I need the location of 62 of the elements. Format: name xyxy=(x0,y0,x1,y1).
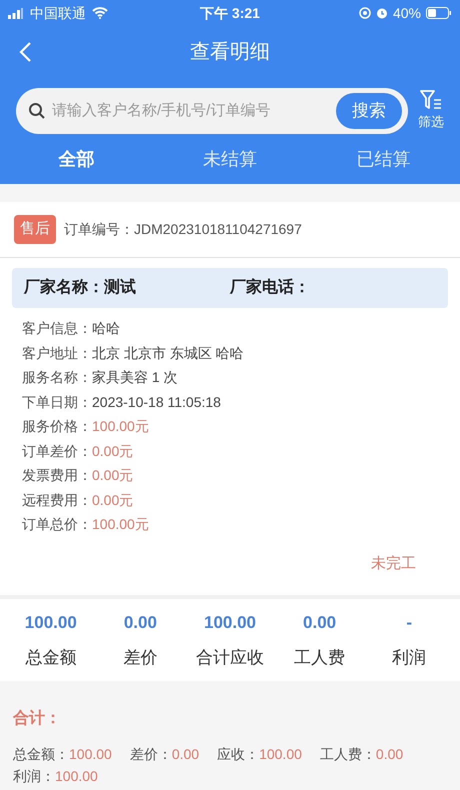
total-value: 0.00 xyxy=(172,745,200,764)
field-label: 远程费用： xyxy=(22,490,92,510)
stat-label: 工人费 xyxy=(294,647,346,669)
filter-button[interactable]: 筛选 xyxy=(418,90,444,132)
field-value: 100.00元 xyxy=(92,515,149,534)
field-value: 0.00元 xyxy=(92,490,134,510)
lock-rotation-icon xyxy=(358,7,371,19)
back-icon[interactable] xyxy=(18,41,32,63)
total-label: 总金额： xyxy=(13,745,69,764)
stat-value: 0.00 xyxy=(303,612,336,634)
stat-value: 0.00 xyxy=(124,612,157,634)
field-value: 0.00元 xyxy=(92,442,134,460)
tab[interactable]: 已结算 xyxy=(306,146,460,172)
total-value: 0.00 xyxy=(376,745,404,764)
total-label: 应收： xyxy=(217,745,260,764)
field-value: 哈哈 xyxy=(92,319,120,338)
order-number: 订单编号：JDM202310181104271697 xyxy=(64,220,302,239)
field-label: 发票费用： xyxy=(22,466,92,485)
total-label: 工人费： xyxy=(320,745,376,764)
wifi-icon xyxy=(92,7,108,19)
field-value: 2023-10-18 11:05:18 xyxy=(92,392,221,412)
field-label: 下单日期： xyxy=(22,392,92,412)
field-label: 订单总价： xyxy=(22,515,92,534)
field-label: 服务价格： xyxy=(22,417,92,436)
total-label: 利润： xyxy=(13,767,55,786)
battery-percent: 40% xyxy=(392,4,421,22)
stat-value: 100.00 xyxy=(204,612,256,634)
clock-time: 下午 3:21 xyxy=(199,4,261,22)
carrier-name: 中国联通 xyxy=(30,4,86,22)
stat-value: 100.00 xyxy=(24,612,77,634)
field-value: 家具美容 1 次 xyxy=(92,368,178,387)
field-value: 北京 北京市 东城区 哈哈 xyxy=(92,344,244,362)
stat-label: 总金额 xyxy=(25,647,76,669)
total-value: 100.00 xyxy=(55,767,98,786)
field-value: 100.00元 xyxy=(92,417,149,436)
search-button[interactable]: 搜索 xyxy=(336,93,402,129)
search-icon xyxy=(28,102,46,120)
stat-label: 合计应收 xyxy=(196,647,264,669)
total-label: 差价： xyxy=(130,745,172,764)
total-value: 100.00 xyxy=(259,745,302,764)
field-label: 客户地址： xyxy=(22,344,92,362)
field-label: 客户信息： xyxy=(22,319,92,338)
filter-icon xyxy=(420,90,442,110)
page-title: 查看明细 xyxy=(190,40,270,65)
battery-icon xyxy=(426,7,452,19)
order-status: 未完工 xyxy=(371,554,416,574)
field-label: 服务名称： xyxy=(22,368,92,387)
field-value: 0.00元 xyxy=(92,466,134,485)
signal-icon xyxy=(8,8,24,18)
vendor-info: 厂家电话： xyxy=(230,277,311,298)
tab[interactable]: 全部 xyxy=(0,146,154,172)
tab[interactable]: 未结算 xyxy=(153,146,307,172)
stat-value: - xyxy=(406,612,412,634)
alarm-icon xyxy=(376,7,388,19)
field-label: 订单差价： xyxy=(22,442,92,460)
search-field[interactable]: 请输入客户名称/手机号/订单编号 搜索 xyxy=(16,88,408,134)
stat-label: 差价 xyxy=(123,647,158,669)
vendor-info: 厂家名称：测试 xyxy=(24,277,137,298)
stat-label: 利润 xyxy=(392,647,426,669)
total-value: 100.00 xyxy=(69,745,112,764)
total-title: 合计： xyxy=(13,708,62,729)
after-sale-badge: 售后 xyxy=(14,215,56,244)
